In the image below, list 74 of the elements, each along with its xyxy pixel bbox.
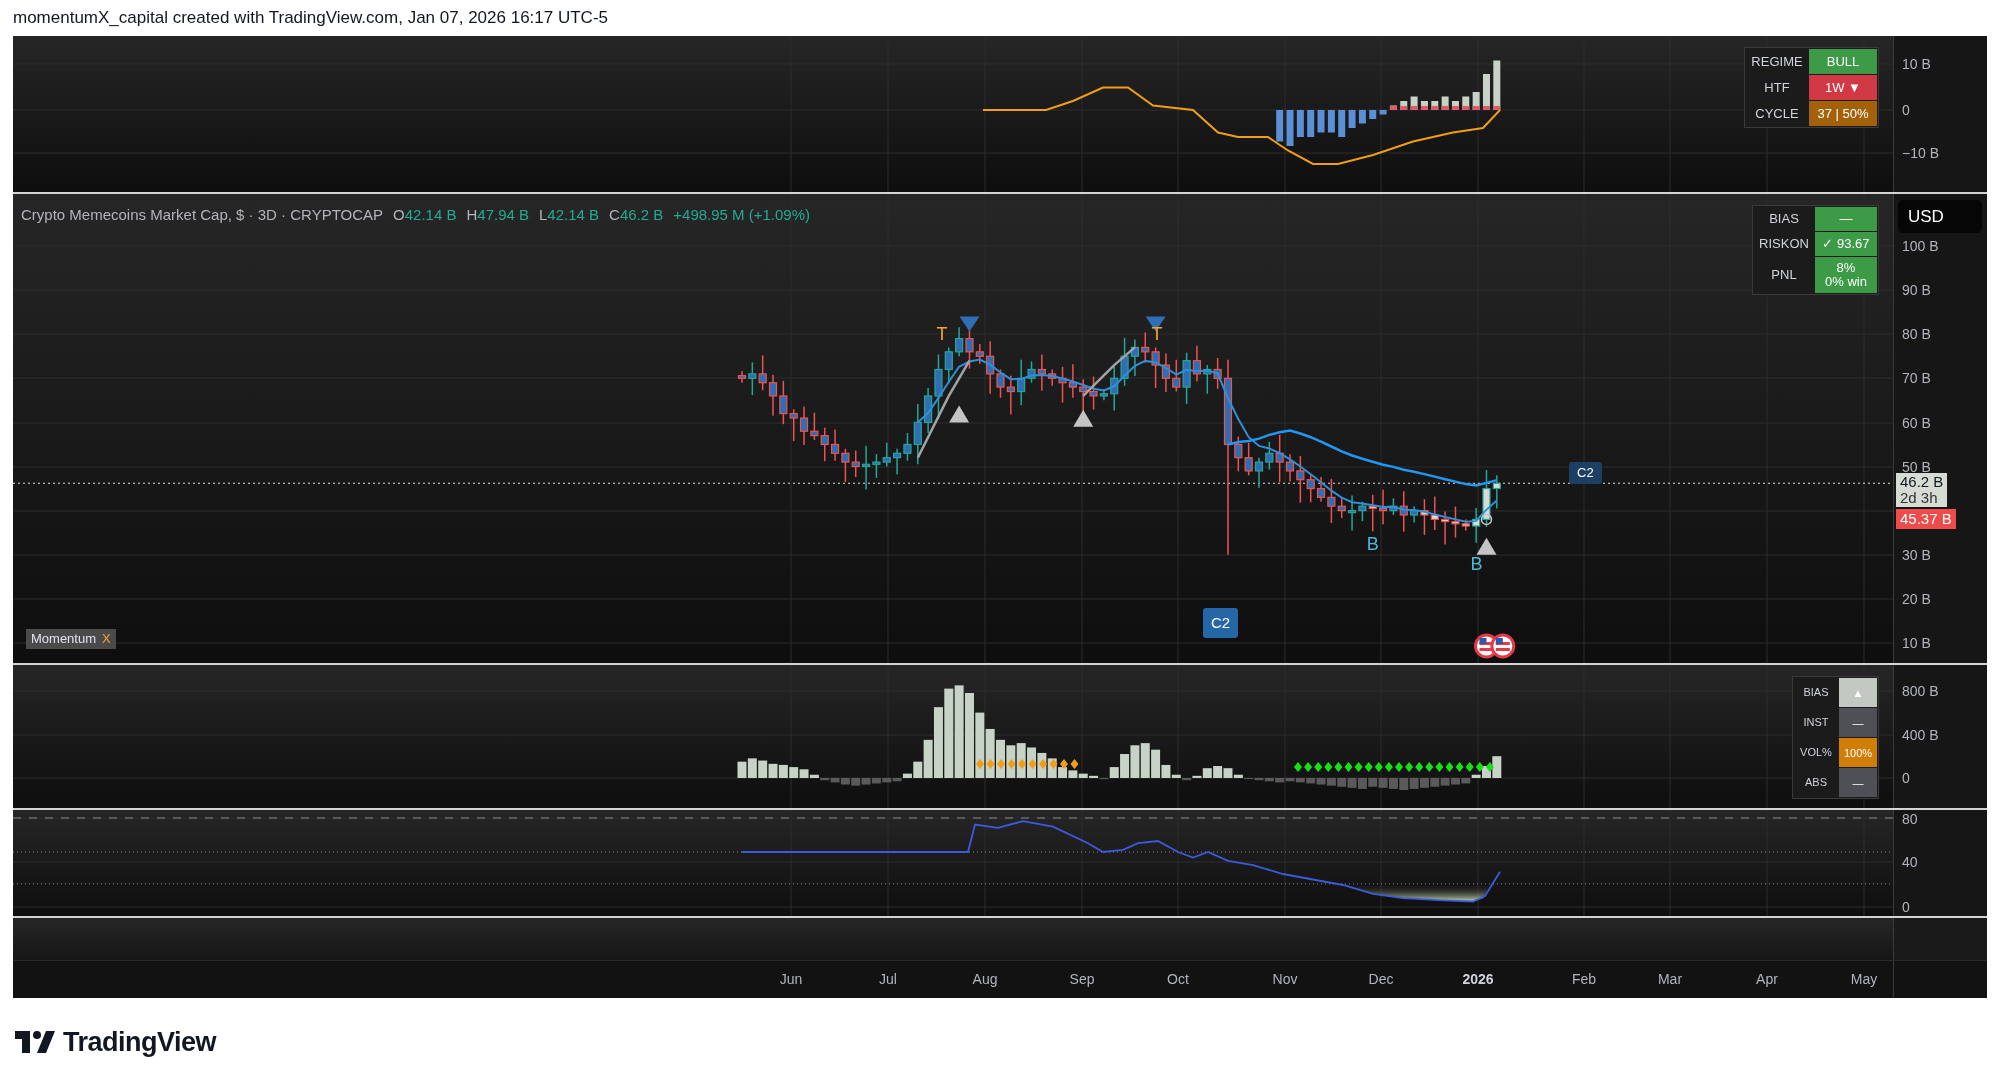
table-label: INST: [1802, 715, 1830, 731]
axis-label: 60 B: [1902, 414, 1931, 432]
table-value: ✓ 93.67: [1815, 232, 1877, 256]
axis-label: 20 B: [1902, 590, 1931, 608]
axis-label: −10 B: [1902, 144, 1939, 162]
axis-label: 0: [1902, 898, 1910, 916]
currency-button[interactable]: USD: [1898, 200, 1982, 233]
ohlc-label: C: [609, 205, 620, 225]
ohlc-value: 47.94 B: [477, 205, 529, 225]
time-label: 2026: [1462, 970, 1494, 988]
ohlc-label: H: [466, 205, 478, 225]
time-label: Aug: [972, 970, 998, 988]
axis-label: 400 B: [1902, 726, 1939, 744]
price-value: 46.2 B: [1900, 474, 1944, 490]
ohlc-label: O: [393, 205, 405, 225]
axis-label: 10 B: [1902, 634, 1931, 652]
ohlc-label: L: [539, 205, 548, 225]
logo-text: TradingView: [63, 1026, 217, 1059]
axis-label: 80 B: [1902, 325, 1931, 343]
chart-credit: momentumX_capital created with TradingView.com, Jan 07, 2026 16:17 UTC-5: [13, 7, 608, 30]
indicator-name: Momentum: [31, 630, 97, 649]
axis-label: 50 B: [1902, 458, 1931, 476]
axis-label: 40: [1902, 853, 1918, 871]
cycle-tag: C2: [1569, 462, 1602, 484]
axis-label: 90 B: [1902, 281, 1931, 299]
time-label: Oct: [1167, 970, 1189, 988]
table-value: —: [1839, 768, 1877, 797]
signal-label: B: [1470, 553, 1483, 574]
table-label: ABS: [1804, 775, 1828, 791]
cycle-tag: C2: [1203, 608, 1239, 638]
time-label: Dec: [1368, 970, 1394, 988]
table-label: VOL%: [1799, 745, 1833, 761]
axis-label: 0: [1902, 769, 1910, 787]
axis-label: 800 B: [1902, 682, 1939, 700]
table-value: —: [1839, 708, 1877, 737]
axis-label: 70 B: [1902, 369, 1931, 387]
symbol-title: Crypto Memecoins Market Cap, $ · 3D · CRYPTOCAP: [21, 205, 384, 225]
table-value: 8% 0% win: [1815, 257, 1877, 293]
table-label: BIAS: [1768, 210, 1800, 229]
table-label: HTF: [1763, 78, 1791, 97]
table-value: —: [1815, 207, 1877, 231]
time-label: Jul: [879, 970, 897, 988]
indicator-close[interactable]: X: [102, 629, 111, 649]
axis-label: 100 B: [1902, 237, 1939, 255]
axis-label: 80: [1902, 810, 1918, 828]
table-value: 1W ▼: [1809, 75, 1877, 100]
signal-label: T: [936, 324, 948, 345]
table-value: BULL: [1809, 49, 1877, 74]
table-value: ▲: [1839, 678, 1877, 707]
time-label: Mar: [1657, 970, 1683, 988]
ohlc-value: 42.14 B: [404, 205, 457, 225]
table-value: 100%: [1839, 738, 1877, 767]
time-label: May: [1850, 970, 1878, 988]
time-label: Sep: [1069, 970, 1095, 988]
countdown: 2d 3h: [1900, 490, 1939, 506]
table-label: REGIME: [1750, 52, 1804, 71]
table-label: CYCLE: [1754, 104, 1800, 123]
price-level-label: 45.37 B: [1896, 509, 1956, 529]
axis-label: 0: [1902, 101, 1910, 119]
table-label: BIAS: [1802, 685, 1830, 701]
table-value: 37 | 50%: [1809, 101, 1877, 126]
ohlc-value: 46.2 B: [619, 205, 664, 225]
time-label: Apr: [1756, 970, 1778, 988]
time-label: Feb: [1571, 970, 1597, 988]
table-label: RISKON: [1758, 235, 1810, 254]
ohlc-value: 42.14 B: [547, 205, 600, 225]
time-label: Nov: [1272, 970, 1298, 988]
axis-label: 10 B: [1902, 55, 1931, 73]
axis-label: 30 B: [1902, 546, 1931, 564]
signal-label: T: [1151, 324, 1163, 345]
table-label: PNL: [1770, 266, 1798, 285]
signal-label: B: [1366, 533, 1379, 554]
price-change: +498.95 M (+1.09%): [673, 205, 811, 225]
time-label: Jun: [779, 970, 803, 988]
